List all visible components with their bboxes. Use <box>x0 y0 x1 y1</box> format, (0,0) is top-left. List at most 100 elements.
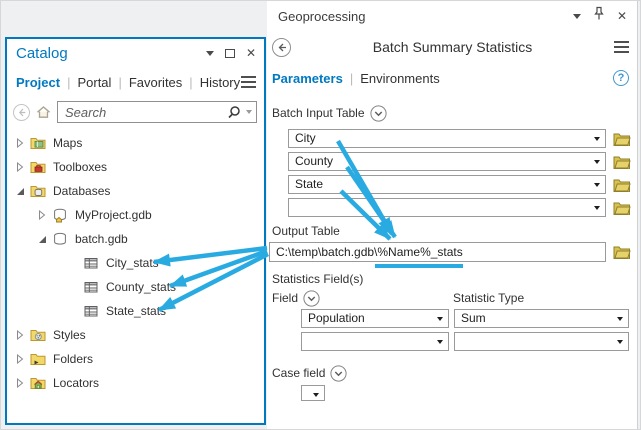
case-field-label: Case field <box>272 366 325 380</box>
batch-input-table-label: Batch Input Table <box>272 106 365 120</box>
tree-item-county-stats[interactable]: County_stats <box>7 275 264 299</box>
collapse-section-icon[interactable] <box>330 365 347 382</box>
browse-folder-icon[interactable] <box>613 132 631 146</box>
locators-folder-icon <box>30 375 46 391</box>
tree-item-folders[interactable]: Folders <box>7 347 264 371</box>
tree-item-maps[interactable]: Maps <box>7 131 264 155</box>
output-table-input[interactable]: C:\temp\batch.gdb\%Name%_stats <box>269 242 606 262</box>
pin-icon[interactable] <box>593 6 605 26</box>
catalog-panel: Catalog ✕ Project | Portal | Favorites |… <box>5 37 266 425</box>
close-icon[interactable]: ✕ <box>246 47 256 59</box>
close-icon[interactable]: ✕ <box>617 10 627 22</box>
arcgis-pro-window: Geoprocessing ✕ Batch Summary Statistics… <box>0 0 641 430</box>
dropdown-caret-icon[interactable] <box>617 317 623 321</box>
tree-item-label: State_stats <box>106 304 166 318</box>
expand-expanded-icon[interactable] <box>38 235 52 244</box>
tab-environments[interactable]: Environments <box>360 71 439 86</box>
tab-portal[interactable]: Portal <box>77 75 111 90</box>
tab-separator: | <box>350 71 353 86</box>
maps-folder-icon <box>30 135 46 151</box>
tool-header: Batch Summary Statistics <box>267 31 637 63</box>
expand-collapsed-icon[interactable] <box>16 378 30 388</box>
tool-menu-icon[interactable] <box>614 41 629 54</box>
geoprocessing-tabs: Parameters | Environments ? <box>267 63 637 93</box>
search-icon[interactable] <box>227 105 241 119</box>
tree-item-state-stats[interactable]: State_stats <box>7 299 264 323</box>
search-input[interactable]: Search <box>57 101 257 123</box>
tree-item-locators[interactable]: Locators <box>7 371 264 395</box>
statistic-type-combo-1[interactable]: Sum <box>454 309 629 328</box>
dropdown-caret-icon[interactable] <box>594 183 600 187</box>
statistics-field-combo-2[interactable] <box>301 332 449 351</box>
table-icon <box>83 279 99 295</box>
output-name-highlight-underline <box>375 264 463 268</box>
tab-favorites[interactable]: Favorites <box>129 75 182 90</box>
browse-folder-icon[interactable] <box>613 245 631 259</box>
catalog-panel-title: Catalog <box>16 45 68 62</box>
dropdown-caret-icon[interactable] <box>437 317 443 321</box>
styles-folder-icon <box>30 327 46 343</box>
tree-item-myproject-gdb[interactable]: MyProject.gdb <box>7 203 264 227</box>
batch-input-combo-1[interactable]: City <box>288 129 606 148</box>
tree-item-batch-gdb[interactable]: batch.gdb <box>7 227 264 251</box>
dropdown-caret-icon[interactable] <box>594 206 600 210</box>
default-geodatabase-icon <box>52 207 68 223</box>
batch-input-combo-2[interactable]: County <box>288 152 606 171</box>
tree-item-label: Databases <box>53 184 110 198</box>
statistics-field-combo-1[interactable]: Population <box>301 309 449 328</box>
folders-icon <box>30 351 46 367</box>
back-icon[interactable] <box>13 104 30 121</box>
collapse-section-icon[interactable] <box>370 105 387 122</box>
tab-history[interactable]: History <box>200 75 240 90</box>
statistic-type-combo-2[interactable] <box>454 332 629 351</box>
statistic-type-column-label: Statistic Type <box>453 291 524 305</box>
tree-item-label: City_stats <box>106 256 159 270</box>
dropdown-caret-icon[interactable] <box>437 340 443 344</box>
batch-input-combo-3[interactable]: State <box>288 175 606 194</box>
expand-collapsed-icon[interactable] <box>16 138 30 148</box>
expand-expanded-icon[interactable] <box>16 187 30 196</box>
field-column-label: Field <box>272 291 298 305</box>
batch-input-combo-4[interactable] <box>288 198 606 217</box>
catalog-tabs: Project | Portal | Favorites | History <box>7 67 264 97</box>
tree-item-toolboxes[interactable]: Toolboxes <box>7 155 264 179</box>
collapse-section-icon[interactable] <box>303 290 320 307</box>
dropdown-caret-icon[interactable] <box>617 340 623 344</box>
tree-item-label: Styles <box>53 328 86 342</box>
help-icon[interactable]: ? <box>613 70 629 86</box>
search-placeholder: Search <box>65 105 227 120</box>
tree-item-city-stats[interactable]: City_stats <box>7 251 264 275</box>
panel-menu-caret-icon[interactable] <box>573 14 581 19</box>
tool-title: Batch Summary Statistics <box>291 39 614 55</box>
catalog-menu-icon[interactable] <box>241 76 256 89</box>
browse-folder-icon[interactable] <box>613 178 631 192</box>
expand-collapsed-icon[interactable] <box>16 162 30 172</box>
search-options-caret-icon[interactable] <box>246 110 252 114</box>
tab-separator: | <box>118 75 121 90</box>
browse-folder-icon[interactable] <box>613 201 631 215</box>
expand-collapsed-icon[interactable] <box>16 354 30 364</box>
float-window-icon[interactable] <box>225 49 235 58</box>
expand-collapsed-icon[interactable] <box>16 330 30 340</box>
tab-project[interactable]: Project <box>16 75 60 90</box>
dropdown-caret-icon[interactable] <box>313 393 319 397</box>
geodatabase-icon <box>52 231 68 247</box>
dropdown-caret-icon[interactable] <box>594 137 600 141</box>
tab-parameters[interactable]: Parameters <box>272 71 343 86</box>
back-button[interactable] <box>272 38 291 57</box>
tree-item-label: batch.gdb <box>75 232 128 246</box>
home-icon[interactable] <box>35 104 52 120</box>
tree-item-label: Locators <box>53 376 99 390</box>
dropdown-caret-icon[interactable] <box>594 160 600 164</box>
tree-item-label: MyProject.gdb <box>75 208 152 222</box>
case-field-combo[interactable] <box>301 385 325 401</box>
databases-folder-icon <box>30 183 46 199</box>
tab-separator: | <box>67 75 70 90</box>
tree-item-styles[interactable]: Styles <box>7 323 264 347</box>
tree-item-databases[interactable]: Databases <box>7 179 264 203</box>
table-icon <box>83 303 99 319</box>
panel-menu-caret-icon[interactable] <box>206 51 214 56</box>
catalog-navbar: Search <box>7 97 264 127</box>
expand-collapsed-icon[interactable] <box>38 210 52 220</box>
browse-folder-icon[interactable] <box>613 155 631 169</box>
